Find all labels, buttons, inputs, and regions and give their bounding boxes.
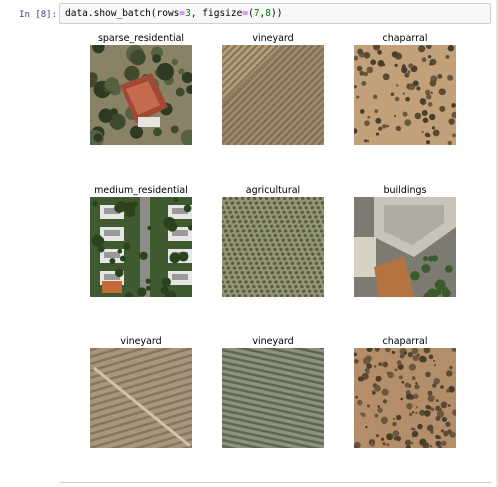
- aerial-image: [222, 197, 324, 297]
- code-input-area[interactable]: data.show_batch(rows=3, figsize=(7,8)): [59, 3, 491, 24]
- aerial-image-graphic: [222, 45, 324, 145]
- aerial-image: [354, 45, 456, 145]
- aerial-image: [222, 348, 324, 448]
- image-label: chaparral: [382, 33, 428, 44]
- aerial-image-graphic: [222, 197, 324, 297]
- cell-prompt: In [8]:: [19, 10, 57, 20]
- aerial-image-graphic: [90, 348, 192, 448]
- code-line: data.show_batch(rows=3, figsize=(7,8)): [65, 8, 282, 19]
- image-label: chaparral: [382, 336, 428, 347]
- code-token: , figsize: [190, 8, 243, 19]
- aerial-image: [90, 45, 192, 145]
- image-label: buildings: [383, 185, 427, 196]
- aerial-image-graphic: [354, 348, 456, 448]
- aerial-image: [222, 45, 324, 145]
- aerial-image: [90, 197, 192, 297]
- image-label: vineyard: [252, 33, 294, 44]
- aerial-image: [90, 348, 192, 448]
- image-label: agricultural: [245, 185, 301, 196]
- aerial-image-graphic: [90, 45, 192, 145]
- image-label: vineyard: [252, 336, 294, 347]
- aerial-image-graphic: [354, 197, 456, 297]
- code-token: )): [271, 8, 283, 19]
- image-label: vineyard: [120, 336, 162, 347]
- image-label: medium_residential: [94, 185, 188, 196]
- cell-divider: [59, 482, 491, 483]
- aerial-image: [354, 348, 456, 448]
- aerial-image-graphic: [354, 45, 456, 145]
- aerial-image-graphic: [222, 348, 324, 448]
- aerial-image: [354, 197, 456, 297]
- image-label: sparse_residential: [97, 33, 185, 44]
- code-token: data.show_batch(rows: [65, 8, 180, 19]
- aerial-image-graphic: [90, 197, 192, 297]
